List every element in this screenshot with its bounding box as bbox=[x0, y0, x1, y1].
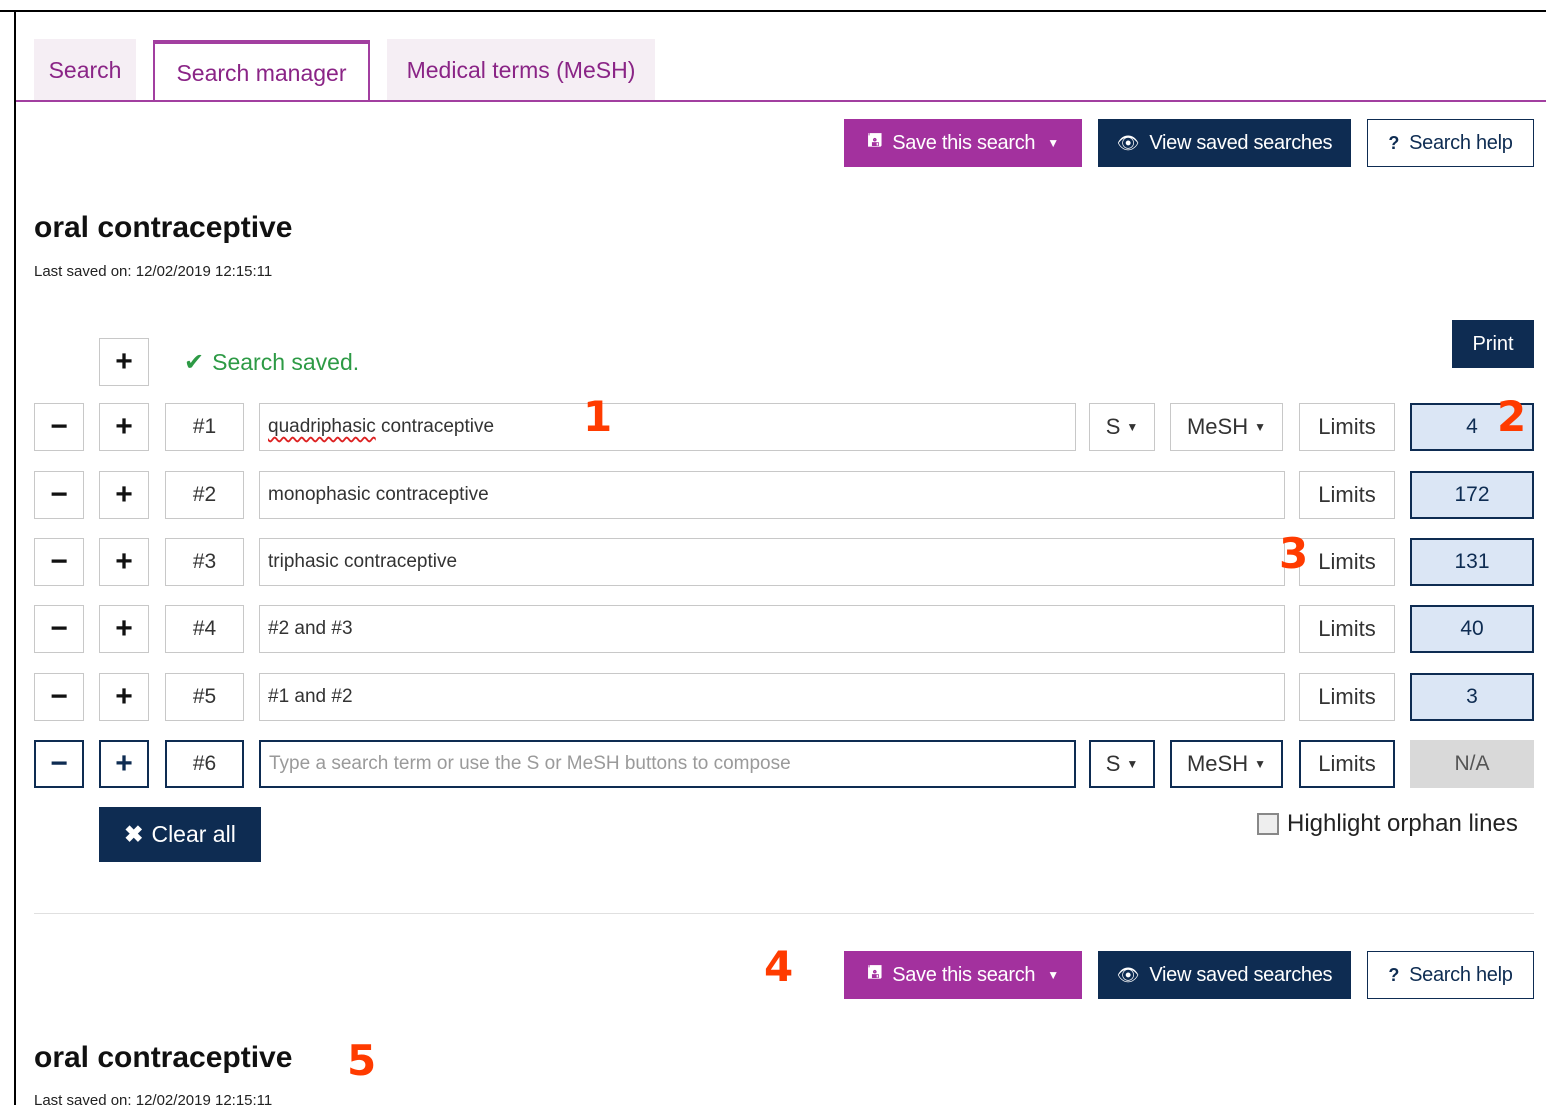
view-saved-searches-button[interactable]: 👁 View saved searches bbox=[1098, 119, 1351, 167]
line-number: #2 bbox=[165, 471, 244, 519]
s-label: S bbox=[1105, 751, 1121, 776]
caret-down-icon: ▼ bbox=[1126, 757, 1139, 771]
search-line-input[interactable]: #1 and #2 bbox=[259, 673, 1285, 721]
last-saved-text-bottom: Last saved on: 12/02/2019 12:15:11 bbox=[34, 1092, 273, 1109]
search-title-bottom: oral contraceptive bbox=[34, 1041, 293, 1074]
frame-left-border bbox=[14, 10, 16, 1105]
annotation-marker-2: 2 bbox=[1497, 392, 1527, 441]
caret-down-icon: ▼ bbox=[1254, 757, 1266, 771]
search-line-input[interactable]: quadriphasic contraceptive bbox=[259, 403, 1076, 451]
orphan-label: Highlight orphan lines bbox=[1287, 810, 1518, 837]
result-count[interactable]: 131 bbox=[1410, 538, 1534, 586]
limits-button[interactable]: Limits bbox=[1299, 605, 1395, 653]
add-line-button[interactable]: + bbox=[99, 403, 149, 451]
limits-button[interactable]: Limits bbox=[1299, 673, 1395, 721]
clear-all-label: Clear all bbox=[151, 821, 236, 847]
mesh-label: MeSH bbox=[1186, 414, 1249, 439]
checkbox[interactable] bbox=[1257, 813, 1279, 835]
annotation-marker-3: 3 bbox=[1279, 529, 1309, 578]
last-saved-text: Last saved on: 12/02/2019 12:15:11 bbox=[34, 263, 273, 280]
add-line-button[interactable]: + bbox=[99, 605, 149, 653]
result-count[interactable]: 40 bbox=[1410, 605, 1534, 653]
floppy-disk-icon: 🖪 bbox=[867, 962, 883, 982]
line-number: #3 bbox=[165, 538, 244, 586]
line-number: #6 bbox=[165, 740, 244, 788]
tab-search[interactable]: Search bbox=[34, 39, 136, 101]
save-search-button-bottom[interactable]: 🖪 Save this search ▼ bbox=[844, 951, 1082, 999]
remove-line-button[interactable]: − bbox=[34, 673, 84, 721]
search-saved-status: ✔ Search saved. bbox=[184, 348, 359, 377]
remove-line-button[interactable]: − bbox=[34, 471, 84, 519]
limits-button[interactable]: Limits bbox=[1299, 538, 1395, 586]
mesh-label: MeSH bbox=[1186, 751, 1249, 776]
search-help-button[interactable]: ? Search help bbox=[1367, 119, 1534, 167]
status-text: Search saved. bbox=[212, 349, 360, 375]
mesh-dropdown-button[interactable]: MeSH ▼ bbox=[1170, 403, 1283, 451]
result-count[interactable]: 3 bbox=[1410, 673, 1534, 721]
annotation-marker-5: 5 bbox=[347, 1036, 377, 1085]
search-help-label: Search help bbox=[1409, 963, 1513, 986]
add-line-top-button[interactable]: + bbox=[99, 338, 149, 386]
annotation-marker-4: 4 bbox=[764, 942, 794, 991]
result-count: N/A bbox=[1410, 740, 1534, 788]
search-line-input[interactable]: monophasic contraceptive bbox=[259, 471, 1285, 519]
tab-medical-terms[interactable]: Medical terms (MeSH) bbox=[387, 39, 655, 101]
checkmark-icon: ✔ bbox=[184, 349, 205, 376]
search-help-label: Search help bbox=[1409, 131, 1513, 154]
add-line-button[interactable]: + bbox=[99, 740, 149, 788]
floppy-disk-icon: 🖪 bbox=[867, 130, 883, 150]
frame-top-border bbox=[0, 10, 1546, 12]
view-saved-searches-button-bottom[interactable]: 👁 View saved searches bbox=[1098, 951, 1351, 999]
remove-line-button[interactable]: − bbox=[34, 403, 84, 451]
add-line-button[interactable]: + bbox=[99, 471, 149, 519]
limits-button[interactable]: Limits bbox=[1299, 471, 1395, 519]
annotation-marker-1: 1 bbox=[583, 392, 613, 441]
search-placeholder: Type a search term or use the S or MeSH … bbox=[269, 753, 791, 774]
divider bbox=[34, 913, 1534, 914]
s-label: S bbox=[1105, 414, 1121, 439]
tab-underline bbox=[16, 100, 1546, 102]
save-search-button[interactable]: 🖪 Save this search ▼ bbox=[844, 119, 1082, 167]
question-icon: ? bbox=[1388, 964, 1400, 985]
caret-down-icon: ▼ bbox=[1126, 420, 1139, 434]
remove-line-button[interactable]: − bbox=[34, 605, 84, 653]
view-saved-label: View saved searches bbox=[1149, 131, 1333, 154]
limits-button[interactable]: Limits bbox=[1299, 403, 1395, 451]
search-line-input[interactable]: #2 and #3 bbox=[259, 605, 1285, 653]
caret-down-icon: ▼ bbox=[1047, 136, 1059, 150]
question-icon: ? bbox=[1388, 132, 1400, 153]
search-line-input[interactable]: Type a search term or use the S or MeSH … bbox=[259, 740, 1076, 788]
line-number: #4 bbox=[165, 605, 244, 653]
misspelled-word: quadriphasic bbox=[268, 416, 376, 437]
save-search-label: Save this search bbox=[892, 963, 1036, 986]
result-count[interactable]: 172 bbox=[1410, 471, 1534, 519]
tab-search-manager[interactable]: Search manager bbox=[153, 40, 370, 102]
caret-down-icon: ▼ bbox=[1047, 968, 1059, 982]
view-saved-label: View saved searches bbox=[1149, 963, 1333, 986]
eye-icon: 👁 bbox=[1116, 132, 1140, 153]
close-icon: ✖ bbox=[124, 821, 144, 847]
remove-line-button[interactable]: − bbox=[34, 740, 84, 788]
line-number: #1 bbox=[165, 403, 244, 451]
print-button[interactable]: Print bbox=[1452, 320, 1534, 368]
s-dropdown-button[interactable]: S ▼ bbox=[1089, 403, 1155, 451]
line-number: #5 bbox=[165, 673, 244, 721]
highlight-orphan-lines-toggle[interactable]: Highlight orphan lines bbox=[1257, 810, 1518, 838]
limits-button[interactable]: Limits bbox=[1299, 740, 1395, 788]
remove-line-button[interactable]: − bbox=[34, 538, 84, 586]
add-line-button[interactable]: + bbox=[99, 673, 149, 721]
add-line-button[interactable]: + bbox=[99, 538, 149, 586]
caret-down-icon: ▼ bbox=[1254, 420, 1266, 434]
s-dropdown-button[interactable]: S ▼ bbox=[1089, 740, 1155, 788]
query-text: contraceptive bbox=[381, 416, 495, 437]
save-search-label: Save this search bbox=[892, 131, 1036, 154]
search-title: oral contraceptive bbox=[34, 211, 293, 244]
search-line-input[interactable]: triphasic contraceptive bbox=[259, 538, 1285, 586]
search-help-button-bottom[interactable]: ? Search help bbox=[1367, 951, 1534, 999]
eye-icon: 👁 bbox=[1116, 964, 1140, 985]
clear-all-button[interactable]: ✖ Clear all bbox=[99, 807, 261, 862]
mesh-dropdown-button[interactable]: MeSH ▼ bbox=[1170, 740, 1283, 788]
